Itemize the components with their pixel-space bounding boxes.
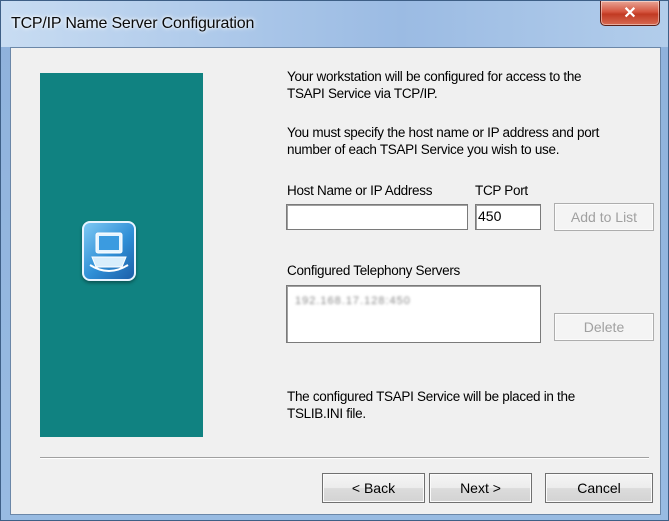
back-button[interactable]: < Back [322, 473, 425, 503]
delete-label: Delete [583, 319, 625, 335]
cancel-button[interactable]: Cancel [545, 473, 653, 503]
dialog-client-area: Your workstation will be configured for … [10, 47, 661, 515]
side-panel [40, 73, 203, 437]
add-to-list-label: Add to List [570, 209, 638, 225]
port-input[interactable]: 450 [475, 204, 541, 230]
window-title: TCP/IP Name Server Configuration [11, 15, 255, 32]
host-input[interactable] [286, 204, 468, 230]
server-list-item[interactable]: 192.168.17.128:450 [295, 290, 411, 312]
separator [40, 457, 649, 459]
port-label: TCP Port [475, 183, 528, 198]
dialog-window: TCP/IP Name Server Configuration ✕ Your … [0, 0, 669, 521]
next-button[interactable]: Next > [429, 473, 532, 503]
next-label: Next > [460, 480, 501, 496]
add-to-list-button[interactable]: Add to List [554, 203, 654, 231]
back-label: < Back [351, 480, 396, 496]
title-bar[interactable]: TCP/IP Name Server Configuration ✕ [1, 1, 668, 47]
cancel-label: Cancel [577, 480, 621, 496]
footer-note-line-1: The configured TSAPI Service will be pla… [287, 389, 575, 404]
intro-line-2: TSAPI Service via TCP/IP. [287, 86, 438, 101]
delete-button[interactable]: Delete [554, 313, 654, 341]
close-button[interactable]: ✕ [600, 1, 660, 26]
intro-line-4: number of each TSAPI Service you wish to… [287, 142, 560, 157]
footer-note-line-2: TSLIB.INI file. [287, 406, 366, 421]
servers-label: Configured Telephony Servers [287, 263, 460, 278]
intro-line-1: Your workstation will be configured for … [287, 69, 582, 84]
computer-logo-icon [82, 221, 136, 281]
host-label: Host Name or IP Address [287, 183, 433, 198]
servers-list[interactable]: 192.168.17.128:450 [286, 285, 541, 343]
intro-line-3: You must specify the host name or IP add… [287, 125, 600, 140]
close-icon: ✕ [623, 5, 637, 22]
